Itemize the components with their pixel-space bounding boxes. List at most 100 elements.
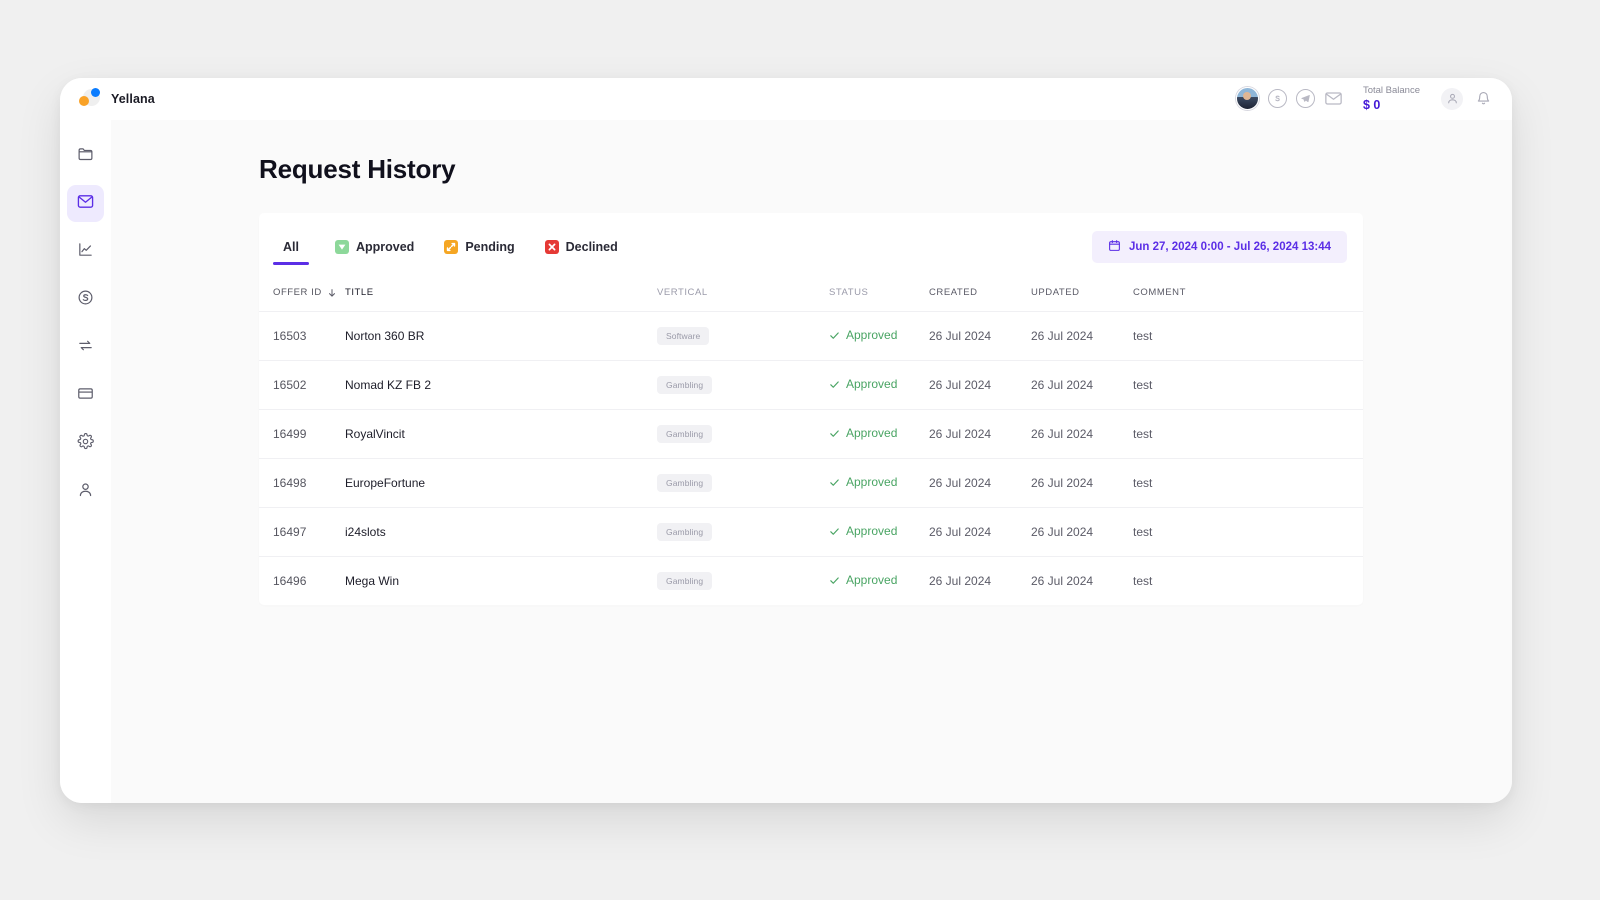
column-header-comment-label: COMMENT — [1133, 287, 1186, 298]
cell-comment: test — [1133, 409, 1363, 459]
cell-title[interactable]: EuropeFortune — [345, 458, 657, 508]
cell-vertical: Gambling — [657, 458, 829, 508]
cell-status: Approved — [829, 507, 929, 557]
brand-name: Yellana — [111, 92, 155, 106]
tab-pending-label: Pending — [465, 239, 515, 254]
mail-icon — [77, 193, 94, 215]
top-bar: Yellana Total Balance $ 0 — [60, 78, 1512, 120]
cell-title[interactable]: Norton 360 BR — [345, 311, 657, 361]
status-badge: Approved — [829, 475, 897, 489]
folder-icon — [77, 145, 94, 167]
user-avatar[interactable] — [1235, 87, 1259, 111]
cell-offer-id: 16498 — [259, 458, 345, 508]
sort-desc-icon — [327, 288, 337, 298]
main-content: Request History All Approved Pending Dec… — [111, 120, 1512, 803]
cell-vertical: Gambling — [657, 557, 829, 606]
cell-offer-id: 16502 — [259, 360, 345, 410]
column-header-created[interactable]: CREATED — [929, 273, 1031, 312]
table-row[interactable]: 16502 Nomad KZ FB 2 Gambling Approved 26 Jul… — [259, 360, 1363, 410]
status-badge: Approved — [829, 426, 897, 440]
card-header: All Approved Pending Declined Jun 27, 20… — [259, 213, 1363, 273]
sidebar-item-requests[interactable] — [67, 185, 104, 222]
cell-created: 26 Jul 2024 — [929, 409, 1031, 459]
page-title: Request History — [259, 154, 456, 184]
yellana-logo-icon — [78, 88, 104, 110]
tab-pending[interactable]: Pending — [430, 239, 530, 265]
approved-green-icon — [334, 239, 349, 254]
cell-comment: test — [1133, 458, 1363, 508]
cell-comment: test — [1133, 507, 1363, 557]
cell-title[interactable]: Nomad KZ FB 2 — [345, 360, 657, 410]
person-icon — [77, 481, 94, 503]
cell-created: 26 Jul 2024 — [929, 458, 1031, 508]
column-header-status[interactable]: STATUS — [829, 273, 929, 312]
tab-declined[interactable]: Declined — [531, 239, 634, 265]
column-header-status-label: STATUS — [829, 287, 869, 298]
date-range-picker[interactable]: Jun 27, 2024 0:00 - Jul 26, 2024 13:44 — [1091, 231, 1347, 263]
cell-updated: 26 Jul 2024 — [1031, 507, 1133, 557]
column-header-updated[interactable]: UPDATED — [1031, 273, 1133, 312]
date-range-text: Jun 27, 2024 0:00 - Jul 26, 2024 13:44 — [1128, 241, 1331, 253]
check-icon — [829, 428, 840, 439]
cell-status: Approved — [829, 409, 929, 459]
bell-icon[interactable] — [1472, 88, 1494, 110]
table-row[interactable]: 16497 i24slots Gambling Approved 26 Jul 2024… — [259, 507, 1363, 557]
table-row[interactable]: 16499 RoyalVincit Gambling Approved 26 Jul 2… — [259, 409, 1363, 459]
dollar-circle-icon — [77, 289, 94, 311]
check-icon — [829, 477, 840, 488]
sidebar-item-settings[interactable] — [67, 425, 104, 462]
tab-all[interactable]: All — [273, 240, 321, 265]
top-bar-right-cluster: Total Balance $ 0 — [1235, 85, 1494, 112]
cell-offer-id: 16499 — [259, 409, 345, 459]
table-header-row: OFFER ID TITLE VERTICAL STATUS CREATED U… — [259, 273, 1363, 312]
column-header-vertical-label: VERTICAL — [657, 287, 708, 298]
tab-declined-label: Declined — [565, 239, 618, 254]
pending-orange-icon — [444, 239, 459, 254]
cell-offer-id: 16503 — [259, 311, 345, 361]
column-header-offer-id[interactable]: OFFER ID — [259, 273, 345, 312]
vertical-badge: Gambling — [657, 572, 713, 590]
cell-updated: 26 Jul 2024 — [1031, 574, 1094, 588]
user-circle-icon[interactable] — [1441, 87, 1463, 110]
telegram-icon[interactable] — [1295, 89, 1315, 109]
sidebar-item-profile[interactable] — [67, 473, 104, 510]
status-badge: Approved — [829, 573, 897, 587]
cell-updated: 26 Jul 2024 — [1031, 458, 1133, 508]
vertical-badge: Gambling — [657, 523, 713, 541]
table-row[interactable]: 16503 Norton 360 BR Software Approved 26 Jul… — [259, 311, 1363, 361]
column-header-created-label: CREATED — [929, 287, 978, 298]
swap-arrows-icon — [77, 337, 94, 359]
total-balance: Total Balance $ 0 — [1363, 85, 1420, 112]
sidebar-item-conversions[interactable] — [67, 329, 104, 366]
tab-approved[interactable]: Approved — [321, 239, 430, 265]
column-header-vertical[interactable]: VERTICAL — [657, 273, 829, 312]
mail-icon[interactable] — [1324, 90, 1344, 107]
check-icon — [829, 379, 840, 390]
brand-logo[interactable]: Yellana — [78, 88, 155, 110]
sidebar-item-offers[interactable] — [67, 137, 104, 174]
column-header-title[interactable]: TITLE — [345, 273, 657, 312]
skype-icon[interactable] — [1267, 89, 1287, 109]
chart-line-icon — [77, 241, 94, 263]
sidebar-item-finance[interactable] — [67, 281, 104, 318]
status-filter-tabs: All Approved Pending Declined — [273, 239, 634, 265]
gear-icon — [77, 432, 94, 455]
table-row[interactable]: 16498 EuropeFortune Gambling Approved 26 Jul… — [259, 458, 1363, 508]
cell-vertical: Gambling — [657, 507, 829, 557]
table-row[interactable]: 16496 Mega Win Gambling Approved 26 Jul 2024… — [259, 557, 1363, 606]
sidebar-item-payments[interactable] — [67, 377, 104, 414]
cell-title[interactable]: RoyalVincit — [345, 409, 657, 459]
column-header-updated-label: UPDATED — [1031, 287, 1080, 298]
sidebar-item-statistics[interactable] — [67, 233, 104, 270]
table-body: 16503 Norton 360 BR Software Approved 26 Jul… — [259, 311, 1363, 606]
cell-offer-id: 16497 — [259, 507, 345, 557]
cell-updated: 26 Jul 2024 — [1031, 360, 1133, 410]
table-header: OFFER ID TITLE VERTICAL STATUS CREATED U… — [259, 273, 1363, 312]
cell-offer-id: 16496 — [273, 574, 307, 588]
vertical-badge: Gambling — [657, 425, 713, 443]
column-header-title-label: TITLE — [345, 287, 374, 298]
cell-title[interactable]: i24slots — [345, 507, 657, 557]
credit-card-icon — [77, 385, 94, 407]
column-header-comment[interactable]: COMMENT — [1133, 273, 1363, 312]
cell-title[interactable]: Mega Win — [345, 557, 657, 606]
